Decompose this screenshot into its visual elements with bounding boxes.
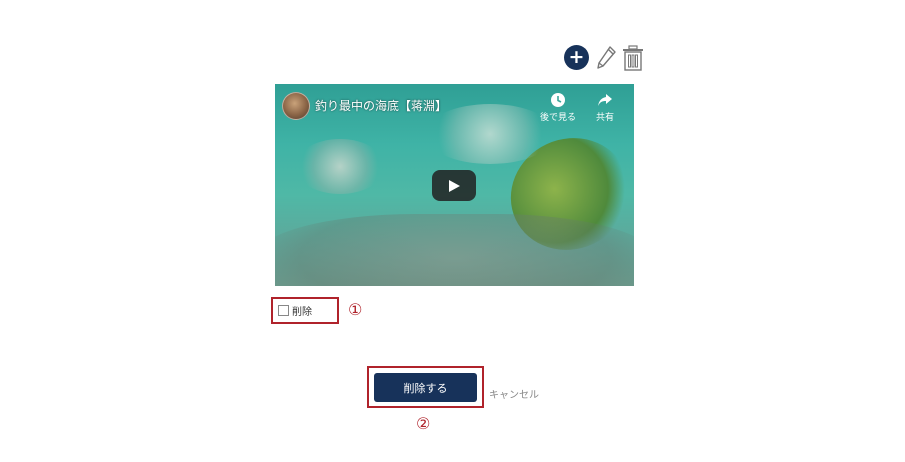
share-label: 共有 (595, 113, 614, 123)
video-thumbnail-fish (295, 139, 385, 194)
delete-tool-button[interactable] (622, 44, 644, 72)
channel-avatar[interactable] (282, 92, 310, 120)
play-button[interactable] (432, 170, 476, 201)
video-title[interactable]: 釣り最中の海底【蒋淵】 (315, 97, 447, 114)
watch-later-label: 後で見る (539, 113, 576, 123)
delete-submit-button[interactable]: 削除する (374, 373, 477, 402)
clock-icon (551, 93, 565, 107)
edit-button[interactable] (595, 45, 617, 71)
delete-checkbox[interactable] (278, 305, 289, 316)
watch-later-button[interactable]: 後で見る (538, 92, 578, 123)
share-arrow-icon (598, 94, 612, 106)
delete-checkbox-label: 削除 (292, 307, 312, 318)
step-2-marker: ② (416, 414, 431, 433)
play-icon (449, 179, 460, 192)
cancel-link[interactable]: キャンセル (489, 386, 539, 401)
trash-icon (623, 45, 643, 71)
plus-icon: + (568, 46, 585, 68)
video-thumbnail-seabed (275, 214, 634, 286)
pencil-icon (597, 46, 616, 69)
add-button[interactable]: + (564, 45, 589, 70)
video-player[interactable]: 釣り最中の海底【蒋淵】 後で見る 共有 (275, 84, 634, 286)
share-button[interactable]: 共有 (585, 92, 625, 123)
step-1-marker: ① (348, 300, 363, 319)
